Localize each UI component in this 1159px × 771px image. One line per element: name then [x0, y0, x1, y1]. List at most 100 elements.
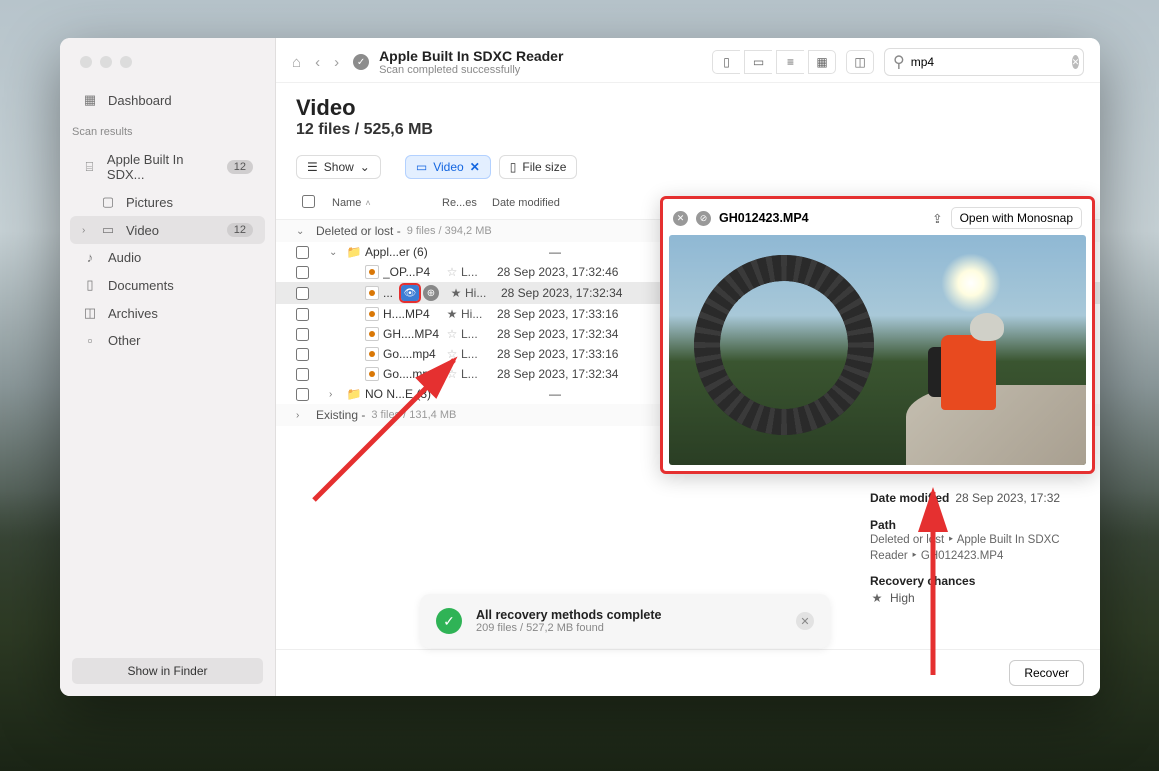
filesize-filter-button[interactable]: ▯ File size — [499, 155, 578, 179]
search-field[interactable]: ⚲ ✕ — [884, 48, 1084, 76]
toast-notification: ✓ All recovery methods complete 209 file… — [420, 594, 830, 648]
sidebar-label: Apple Built In SDX... — [107, 152, 217, 182]
expand-icon[interactable]: › — [296, 410, 310, 421]
row-checkbox[interactable] — [296, 287, 309, 300]
video-icon: ▭ — [416, 160, 427, 174]
bottom-bar: Recover — [276, 649, 1100, 696]
sidebar-section-label: Scan results — [60, 118, 275, 142]
sidebar-item-archives[interactable]: ◫ Archives — [70, 299, 265, 327]
view-file-button[interactable]: ▯ — [712, 50, 740, 74]
row-checkbox[interactable] — [296, 308, 309, 321]
share-icon[interactable]: ⇪ — [932, 211, 942, 226]
drive-icon: ⌸ — [82, 159, 97, 175]
close-window-button[interactable] — [80, 56, 92, 68]
filter-icon: ☰ — [307, 160, 318, 174]
sidebar-item-other[interactable]: ▫ Other — [70, 327, 265, 354]
sidebar-label: Audio — [108, 250, 141, 265]
sort-icon: ˄ — [365, 198, 370, 208]
row-checkbox[interactable] — [296, 246, 309, 259]
star-icon: ☆ — [445, 327, 459, 341]
chevron-down-icon: ⌄ — [360, 160, 370, 174]
file-icon — [363, 286, 381, 300]
sidebar: ▦ Dashboard Scan results ⌸ Apple Built I… — [60, 38, 276, 696]
star-icon: ☆ — [445, 265, 459, 279]
star-icon: ★ — [870, 591, 884, 605]
recovery-chances-label: Recovery chances — [870, 574, 1085, 588]
web-icon: ⊕ — [423, 285, 439, 301]
toast-close-button[interactable]: ✕ — [796, 612, 814, 630]
sidebar-item-dashboard[interactable]: ▦ Dashboard — [70, 86, 265, 114]
date-modified-label: Date modified — [870, 491, 949, 505]
star-icon: ☆ — [445, 367, 459, 381]
sidebar-item-documents[interactable]: ▯ Documents — [70, 271, 265, 299]
home-button[interactable]: ⌂ — [292, 54, 301, 71]
collapse-icon[interactable]: ⌄ — [296, 226, 310, 237]
view-list-button[interactable]: ≡ — [776, 50, 804, 74]
count-badge: 12 — [227, 160, 253, 174]
row-checkbox[interactable] — [296, 328, 309, 341]
recover-button[interactable]: Recover — [1009, 660, 1084, 686]
filter-bar: ☰ Show ⌄ ▭ Video ✕ ▯ File size — [276, 147, 1100, 187]
file-icon — [363, 367, 381, 381]
maximize-window-button[interactable] — [120, 56, 132, 68]
preview-filename: GH012423.MP4 — [719, 211, 924, 225]
video-icon: ▭ — [100, 222, 116, 238]
preview-image — [669, 235, 1086, 465]
sidebar-item-pictures[interactable]: ▢ Pictures — [70, 188, 265, 216]
recovery-chances-value: High — [890, 591, 915, 605]
picture-icon: ▢ — [100, 194, 116, 210]
sidebar-label: Video — [126, 223, 159, 238]
sidebar-item-audio[interactable]: ♪ Audio — [70, 244, 265, 271]
document-icon: ▯ — [510, 160, 517, 174]
details-panel: Date modified 28 Sep 2023, 17:32 Path De… — [870, 488, 1085, 608]
preview-cancel-button[interactable]: ⊘ — [696, 211, 711, 226]
row-checkbox[interactable] — [296, 368, 309, 381]
preview-popup: ✕ ⊘ GH012423.MP4 ⇪ Open with Monosnap — [660, 196, 1095, 474]
row-checkbox[interactable] — [296, 388, 309, 401]
page-subtitle: Scan completed successfully — [379, 64, 702, 76]
folder-icon: 📁 — [345, 245, 363, 259]
clear-search-button[interactable]: ✕ — [1072, 55, 1080, 69]
row-checkbox[interactable] — [296, 348, 309, 361]
forward-button[interactable]: › — [334, 54, 339, 71]
search-input[interactable] — [911, 55, 1066, 69]
sidebar-item-video[interactable]: › ▭ Video 12 — [70, 216, 265, 244]
show-filter-button[interactable]: ☰ Show ⌄ — [296, 155, 381, 179]
file-icon — [363, 327, 381, 341]
collapse-icon[interactable]: ⌄ — [329, 247, 343, 258]
success-icon: ✓ — [436, 608, 462, 634]
audio-icon: ♪ — [82, 250, 98, 265]
video-filter-chip[interactable]: ▭ Video ✕ — [405, 155, 491, 179]
grid-icon: ▦ — [82, 92, 98, 108]
date-modified-value: 28 Sep 2023, 17:32 — [955, 491, 1060, 505]
open-with-button[interactable]: Open with Monosnap — [951, 207, 1082, 229]
sidebar-label: Pictures — [126, 195, 173, 210]
view-folder-button[interactable]: ▭ — [744, 50, 772, 74]
preview-close-button[interactable]: ✕ — [673, 211, 688, 226]
remove-filter-icon[interactable]: ✕ — [470, 160, 480, 174]
select-all-checkbox[interactable] — [302, 195, 315, 208]
file-icon — [363, 265, 381, 279]
sidebar-label: Other — [108, 333, 141, 348]
back-button[interactable]: ‹ — [315, 54, 320, 71]
column-recovery[interactable]: Re...es — [436, 193, 486, 213]
panel-toggle-button[interactable]: ◫ — [846, 50, 874, 74]
row-checkbox[interactable] — [296, 266, 309, 279]
window-controls — [60, 38, 275, 82]
minimize-window-button[interactable] — [100, 56, 112, 68]
show-in-finder-button[interactable]: Show in Finder — [72, 658, 263, 684]
view-grid-button[interactable]: ▦ — [808, 50, 836, 74]
star-icon: ☆ — [445, 347, 459, 361]
file-icon — [363, 307, 381, 321]
sidebar-label: Archives — [108, 306, 158, 321]
path-label: Path — [870, 518, 1085, 532]
toast-title: All recovery methods complete — [476, 608, 661, 622]
page-title: Apple Built In SDXC Reader — [379, 48, 702, 64]
count-badge: 12 — [227, 223, 253, 237]
column-name[interactable]: Name ˄ — [326, 193, 436, 213]
sidebar-item-device[interactable]: ⌸ Apple Built In SDX... 12 — [70, 146, 265, 188]
sidebar-label: Documents — [108, 278, 174, 293]
preview-eye-icon[interactable]: 👁 — [401, 285, 419, 301]
sidebar-label: Dashboard — [108, 93, 172, 108]
expand-icon[interactable]: › — [329, 389, 343, 400]
